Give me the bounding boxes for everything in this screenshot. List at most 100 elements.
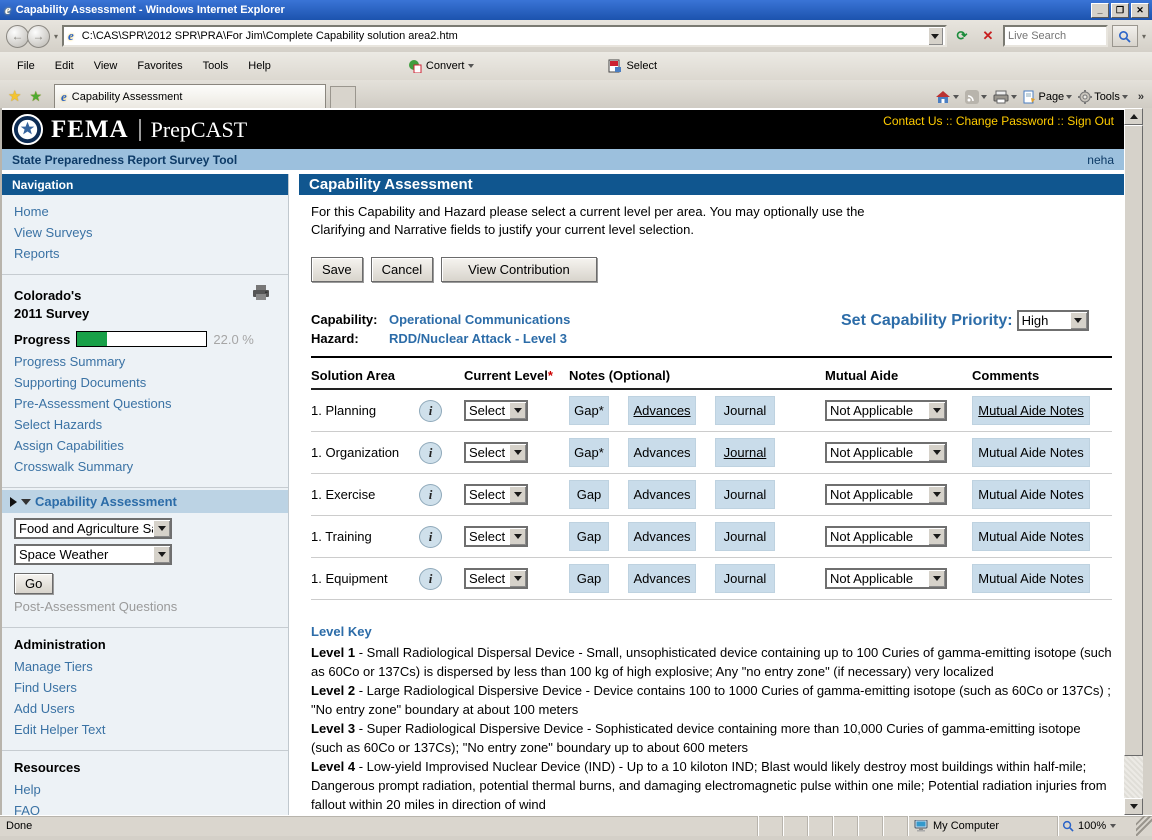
feeds-button[interactable] [965,90,987,104]
hazard-select[interactable]: Space Weather [14,544,172,565]
go-button[interactable]: Go [14,573,53,594]
select-button[interactable]: Select [602,57,663,75]
menu-help[interactable]: Help [239,57,280,75]
restore-button[interactable]: ❐ [1111,3,1129,18]
print-button[interactable] [993,90,1017,104]
advances-button[interactable]: Advances [628,438,696,467]
mutual-aide-select[interactable]: Not Applicable [825,526,947,547]
menu-tools[interactable]: Tools [194,57,238,75]
advances-button[interactable]: Advances [628,564,696,593]
home-button[interactable] [935,90,959,104]
address-field[interactable]: e [62,25,947,47]
search-field[interactable] [1003,25,1108,47]
address-dropdown-icon[interactable] [928,27,943,45]
sidebar-item-home[interactable]: Home [14,201,288,222]
resize-grip[interactable] [1136,816,1152,836]
minimize-button[interactable]: _ [1091,3,1109,18]
journal-button[interactable]: Journal [715,396,775,425]
journal-button[interactable]: Journal [715,480,775,509]
menu-favorites[interactable]: Favorites [128,57,191,75]
mutual-aide-notes-button[interactable]: Mutual Aide Notes [972,438,1090,467]
info-icon[interactable]: i [419,484,442,506]
forward-button[interactable]: → [27,25,50,48]
sidebar-item-pre-assessment-questions[interactable]: Pre-Assessment Questions [14,393,288,414]
add-favorite-icon[interactable]: ★ [25,88,46,108]
view-contribution-button[interactable]: View Contribution [441,257,597,282]
info-icon[interactable]: i [419,526,442,548]
search-button[interactable] [1112,25,1138,47]
menu-edit[interactable]: Edit [46,57,83,75]
stop-button[interactable]: ✕ [977,25,999,47]
current-level-select[interactable]: Select [464,442,528,463]
mutual-aide-select[interactable]: Not Applicable [825,484,947,505]
search-input[interactable] [1008,30,1103,42]
info-icon[interactable]: i [419,442,442,464]
zoom-control[interactable]: 100% [1058,816,1136,836]
info-icon[interactable]: i [419,400,442,422]
sidebar-item-edit-helper-text[interactable]: Edit Helper Text [14,719,288,740]
scroll-up-icon[interactable] [1124,108,1143,125]
sidebar-item-manage-tiers[interactable]: Manage Tiers [14,656,288,677]
sidebar-item-add-users[interactable]: Add Users [14,698,288,719]
convert-button[interactable]: Convert [402,57,481,75]
refresh-button[interactable]: ⟳ [951,25,973,47]
new-tab-stub[interactable] [330,86,356,108]
current-level-select[interactable]: Select [464,568,528,589]
hazard-value-link[interactable]: RDD/Nuclear Attack - Level 3 [389,329,567,348]
current-level-select[interactable]: Select [464,484,528,505]
scroll-down-icon[interactable] [1124,798,1143,815]
favorites-star-icon[interactable]: ★ [4,87,25,108]
current-level-select[interactable]: Select [464,400,528,421]
capability-value-link[interactable]: Operational Communications [389,310,570,329]
toolbar-overflow-icon[interactable]: » [1134,91,1148,103]
print-survey-button[interactable] [252,285,270,301]
sidebar-item-progress-summary[interactable]: Progress Summary [14,351,288,372]
sidebar-item-reports[interactable]: Reports [14,243,288,264]
history-dropdown-icon[interactable]: ▾ [54,32,58,41]
back-button[interactable]: ← [6,25,29,48]
tools-button[interactable]: Tools [1078,90,1128,104]
tab-capability-assessment[interactable]: e Capability Assessment [54,84,326,108]
mutual-aide-select[interactable]: Not Applicable [825,568,947,589]
address-input[interactable] [82,30,925,42]
gap-button[interactable]: Gap [569,522,609,551]
sidebar-item-faq[interactable]: FAQ [14,800,288,815]
contact-us-link[interactable]: Contact Us [883,114,942,128]
gap-button[interactable]: Gap [569,480,609,509]
menu-view[interactable]: View [85,57,127,75]
mutual-aide-notes-button[interactable]: Mutual Aide Notes [972,480,1090,509]
page-button[interactable]: Page [1023,90,1072,104]
gap-button[interactable]: Gap [569,564,609,593]
close-button[interactable]: ✕ [1131,3,1149,18]
advances-button[interactable]: Advances [628,522,696,551]
journal-button[interactable]: Journal [715,564,775,593]
sidebar-item-capability-assessment[interactable]: Capability Assessment [2,490,288,513]
vertical-scrollbar[interactable] [1124,108,1143,815]
scrollbar-thumb[interactable] [1124,125,1143,756]
save-button[interactable]: Save [311,257,363,282]
mutual-aide-select[interactable]: Not Applicable [825,442,947,463]
menu-file[interactable]: File [8,57,44,75]
priority-select[interactable]: High [1017,310,1089,331]
journal-button[interactable]: Journal [715,522,775,551]
sidebar-item-help[interactable]: Help [14,779,288,800]
current-level-select[interactable]: Select [464,526,528,547]
advances-button[interactable]: Advances [628,480,696,509]
mutual-aide-notes-button[interactable]: Mutual Aide Notes [972,522,1090,551]
sidebar-item-supporting-documents[interactable]: Supporting Documents [14,372,288,393]
advances-button[interactable]: Advances [628,396,696,425]
mutual-aide-select[interactable]: Not Applicable [825,400,947,421]
sidebar-item-view-surveys[interactable]: View Surveys [14,222,288,243]
search-dropdown-icon[interactable]: ▾ [1142,32,1146,41]
change-password-link[interactable]: Change Password [956,114,1054,128]
mutual-aide-notes-button[interactable]: Mutual Aide Notes [972,564,1090,593]
mutual-aide-notes-button[interactable]: Mutual Aide Notes [972,396,1090,425]
sign-out-link[interactable]: Sign Out [1067,114,1114,128]
sidebar-item-find-users[interactable]: Find Users [14,677,288,698]
sidebar-item-crosswalk-summary[interactable]: Crosswalk Summary [14,456,288,477]
capability-select[interactable]: Food and Agriculture Safety an [14,518,172,539]
gap-button[interactable]: Gap* [569,438,609,467]
cancel-button[interactable]: Cancel [371,257,433,282]
gap-button[interactable]: Gap* [569,396,609,425]
info-icon[interactable]: i [419,568,442,590]
